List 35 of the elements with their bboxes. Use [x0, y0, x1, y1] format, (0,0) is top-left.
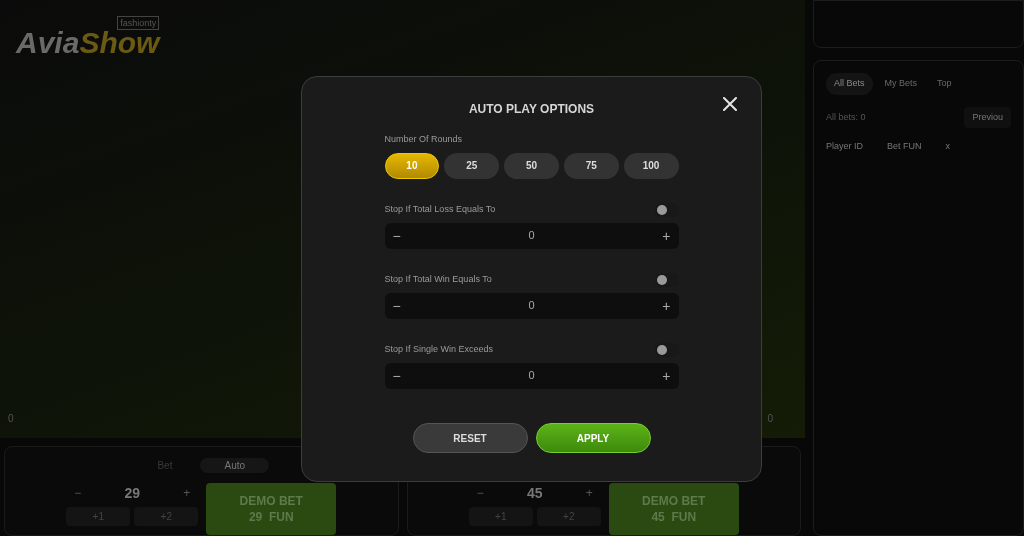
column-header: Bet FUN — [887, 140, 922, 153]
bet-amount: 29 — [124, 484, 141, 503]
apply-button[interactable]: APPLY — [535, 423, 651, 453]
rounds-option[interactable]: 75 — [563, 152, 619, 179]
bets-tab[interactable]: My Bets — [876, 73, 926, 95]
rounds-option[interactable]: 100 — [623, 152, 679, 179]
close-icon[interactable] — [723, 97, 737, 111]
rounds-option[interactable]: 25 — [444, 152, 500, 179]
plus-button[interactable]: + — [183, 485, 191, 501]
amount-stepper[interactable]: − 0 + — [384, 222, 679, 249]
condition-label: Stop If Single Win Exceeds — [384, 342, 494, 356]
rounds-option[interactable]: 50 — [504, 152, 559, 179]
round-count: 0 — [767, 412, 773, 426]
plus-button[interactable]: + — [585, 485, 593, 501]
bets-count: All bets: 0 — [826, 110, 866, 124]
demo-bet-button[interactable]: DEMO BET 29 FUN — [206, 483, 337, 535]
minus-button[interactable]: − — [476, 485, 484, 501]
round-count: 0 — [8, 412, 14, 426]
rounds-option[interactable]: 10 — [384, 152, 440, 179]
previous-button[interactable]: Previou — [964, 106, 1011, 128]
rounds-label: Number Of Rounds — [384, 133, 464, 146]
bets-tab[interactable]: Top — [929, 73, 960, 95]
reset-button[interactable]: RESET — [412, 423, 528, 453]
condition-label: Stop If Total Loss Equals To — [384, 202, 496, 216]
dialog-title: AUTO PLAY OPTIONS — [468, 101, 595, 117]
bet-mode-tab[interactable]: Auto — [200, 457, 270, 473]
amount-stepper[interactable]: − 0 + — [384, 292, 679, 319]
bets-tab[interactable]: All Bets — [826, 73, 873, 95]
demo-bet-button[interactable]: DEMO BET 45 FUN — [608, 483, 739, 535]
condition-label: Stop If Total Win Equals To — [384, 272, 492, 286]
bet-amount: 45 — [526, 484, 543, 503]
minus-button[interactable]: − — [74, 485, 82, 501]
amount-stepper[interactable]: − 0 + — [384, 362, 679, 389]
column-header: Player ID — [826, 140, 863, 153]
column-header: x — [945, 140, 951, 153]
